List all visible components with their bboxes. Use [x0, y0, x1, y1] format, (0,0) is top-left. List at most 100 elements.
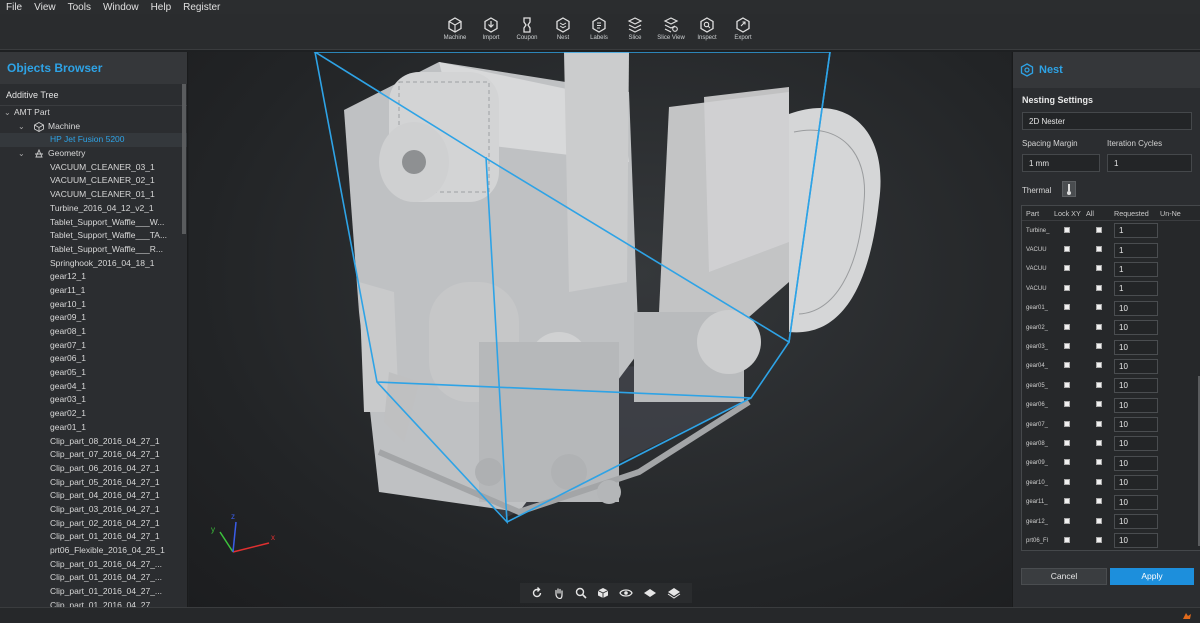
tree-item[interactable]: ⌄ Geometry [0, 147, 187, 161]
all-checkbox[interactable] [1096, 323, 1102, 330]
lock-xy-checkbox[interactable] [1064, 265, 1070, 272]
toolbar-labels-button[interactable]: Labels [581, 16, 617, 41]
toolbar-coupon-button[interactable]: Coupon [509, 16, 545, 41]
all-checkbox[interactable] [1096, 343, 1102, 350]
apply-button[interactable]: Apply [1110, 568, 1194, 585]
requested-input[interactable]: 1 [1114, 281, 1158, 297]
requested-input[interactable]: 10 [1114, 514, 1158, 530]
toolbar-slice-button[interactable]: Slice [617, 16, 653, 41]
toolbar-export-button[interactable]: Export [725, 16, 761, 41]
all-checkbox[interactable] [1096, 536, 1102, 543]
requested-input[interactable]: 1 [1114, 261, 1158, 277]
all-checkbox[interactable] [1096, 246, 1102, 253]
all-checkbox[interactable] [1096, 498, 1102, 505]
all-checkbox[interactable] [1096, 517, 1102, 524]
lock-xy-checkbox[interactable] [1064, 304, 1070, 311]
tree-item[interactable]: Springhook_2016_04_18_1 [0, 257, 187, 271]
tree-item[interactable]: gear03_1 [0, 393, 187, 407]
expand-chevron-icon[interactable]: ⌄ [4, 106, 14, 120]
tree-item[interactable]: HP Jet Fusion 5200 [0, 133, 187, 148]
lock-xy-checkbox[interactable] [1064, 517, 1070, 524]
3d-viewport[interactable]: x y z [189, 52, 1011, 607]
requested-input[interactable]: 1 [1114, 242, 1158, 258]
spacing-margin-input[interactable]: 1 mm [1022, 154, 1100, 172]
menu-register[interactable]: Register [183, 2, 220, 13]
tree-item[interactable]: Clip_part_02_2016_04_27_1 [0, 517, 187, 531]
all-checkbox[interactable] [1096, 226, 1102, 233]
pan-hand-icon[interactable] [553, 587, 565, 599]
requested-input[interactable]: 10 [1114, 300, 1158, 316]
cancel-button[interactable]: Cancel [1021, 568, 1107, 585]
additive-tree-tab[interactable]: Additive Tree [0, 84, 187, 106]
requested-input[interactable]: 1 [1114, 223, 1158, 239]
tree-item[interactable]: gear02_1 [0, 407, 187, 421]
menu-file[interactable]: File [6, 2, 22, 13]
expand-chevron-icon[interactable]: ⌄ [18, 120, 28, 134]
tree-item[interactable]: Clip_part_05_2016_04_27_1 [0, 476, 187, 490]
requested-input[interactable]: 10 [1114, 494, 1158, 510]
requested-input[interactable]: 10 [1114, 475, 1158, 491]
requested-input[interactable]: 10 [1114, 436, 1158, 452]
tree-item[interactable]: Clip_part_01_2016_04_27_... [0, 571, 187, 585]
lock-xy-checkbox[interactable] [1064, 226, 1070, 233]
tree-item[interactable]: gear07_1 [0, 339, 187, 353]
top-view-icon[interactable] [643, 587, 657, 599]
toolbar-import-button[interactable]: Import [473, 16, 509, 41]
menu-window[interactable]: Window [103, 2, 139, 13]
all-checkbox[interactable] [1096, 265, 1102, 272]
tree-scrollbar[interactable] [182, 84, 186, 234]
lock-xy-checkbox[interactable] [1064, 439, 1070, 446]
menu-view[interactable]: View [34, 2, 56, 13]
lock-xy-checkbox[interactable] [1064, 401, 1070, 408]
all-checkbox[interactable] [1096, 284, 1102, 291]
requested-input[interactable]: 10 [1114, 417, 1158, 433]
lock-xy-checkbox[interactable] [1064, 343, 1070, 350]
tree-item[interactable]: Clip_part_07_2016_04_27_1 [0, 448, 187, 462]
tree-item[interactable]: Clip_part_03_2016_04_27_1 [0, 503, 187, 517]
requested-input[interactable]: 10 [1114, 378, 1158, 394]
zoom-icon[interactable] [575, 587, 587, 599]
lock-xy-checkbox[interactable] [1064, 246, 1070, 253]
lock-xy-checkbox[interactable] [1064, 284, 1070, 291]
all-checkbox[interactable] [1096, 362, 1102, 369]
tree-item[interactable]: ⌄ Machine [0, 120, 187, 134]
lock-xy-checkbox[interactable] [1064, 323, 1070, 330]
tree-item[interactable]: Clip_part_01_2016_04_27_... [0, 558, 187, 572]
lock-xy-checkbox[interactable] [1064, 459, 1070, 466]
tree-item[interactable]: gear05_1 [0, 366, 187, 380]
requested-input[interactable]: 10 [1114, 397, 1158, 413]
tree-item[interactable]: gear04_1 [0, 380, 187, 394]
all-checkbox[interactable] [1096, 304, 1102, 311]
lock-xy-checkbox[interactable] [1064, 362, 1070, 369]
iteration-cycles-input[interactable]: 1 [1107, 154, 1192, 172]
toolbar-nest-button[interactable]: Nest [545, 16, 581, 41]
requested-input[interactable]: 10 [1114, 455, 1158, 471]
tree-item[interactable]: Clip_part_01_2016_04_27_1 [0, 530, 187, 544]
lock-xy-checkbox[interactable] [1064, 536, 1070, 543]
lock-xy-checkbox[interactable] [1064, 498, 1070, 505]
menu-tools[interactable]: Tools [68, 2, 91, 13]
tree-item[interactable]: gear10_1 [0, 298, 187, 312]
all-checkbox[interactable] [1096, 420, 1102, 427]
all-checkbox[interactable] [1096, 401, 1102, 408]
tree-item[interactable]: VACUUM_CLEANER_03_1 [0, 161, 187, 175]
requested-input[interactable]: 10 [1114, 339, 1158, 355]
lock-xy-checkbox[interactable] [1064, 381, 1070, 388]
toolbar-machine-button[interactable]: Machine [437, 16, 473, 41]
tree-item[interactable]: Clip_part_08_2016_04_27_1 [0, 435, 187, 449]
nester-select[interactable]: 2D Nester [1022, 112, 1192, 130]
requested-input[interactable]: 10 [1114, 320, 1158, 336]
tree-item[interactable]: gear08_1 [0, 325, 187, 339]
tree-item[interactable]: VACUUM_CLEANER_02_1 [0, 174, 187, 188]
tree-item[interactable]: ⌄ AMT Part [0, 106, 187, 120]
tree-item[interactable]: Tablet_Support_Waffle___R... [0, 243, 187, 257]
tree-item[interactable]: Clip_part_04_2016_04_27_1 [0, 489, 187, 503]
cube-view-icon[interactable] [597, 587, 609, 599]
menu-help[interactable]: Help [151, 2, 172, 13]
toolbar-slice-view-button[interactable]: Slice View [653, 16, 689, 41]
expand-chevron-icon[interactable]: ⌄ [18, 147, 28, 161]
tree-item[interactable]: gear06_1 [0, 352, 187, 366]
requested-input[interactable]: 10 [1114, 358, 1158, 374]
tree-item[interactable]: gear01_1 [0, 421, 187, 435]
tree-item[interactable]: Tablet_Support_Waffle___TA... [0, 229, 187, 243]
